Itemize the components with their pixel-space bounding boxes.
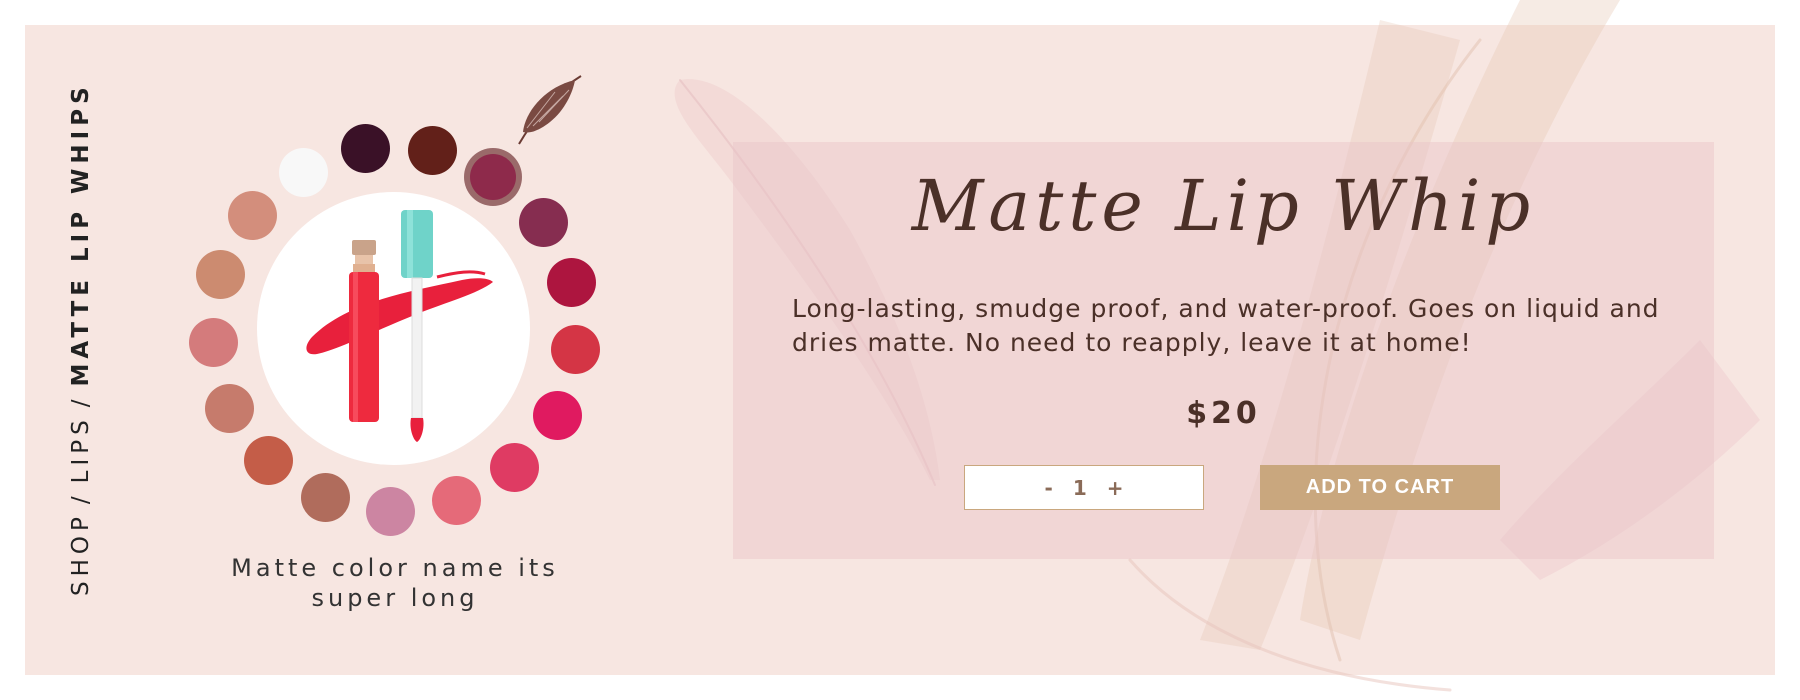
- color-swatch[interactable]: [532, 390, 582, 440]
- color-swatch[interactable]: [550, 324, 600, 374]
- add-to-cart-button[interactable]: ADD TO CART: [1260, 465, 1500, 510]
- color-swatch[interactable]: [340, 123, 390, 173]
- color-swatch[interactable]: [278, 147, 328, 197]
- color-swatch[interactable]: [300, 472, 350, 522]
- color-swatch[interactable]: [227, 190, 277, 240]
- color-swatch[interactable]: [431, 475, 481, 525]
- color-swatch[interactable]: [546, 257, 596, 307]
- product-price: $20: [1186, 396, 1261, 431]
- color-swatch[interactable]: [470, 154, 516, 200]
- product-image: [257, 192, 530, 465]
- color-swatch[interactable]: [407, 125, 457, 175]
- quantity-value[interactable]: 1: [1063, 476, 1097, 500]
- color-swatch[interactable]: [188, 317, 238, 367]
- lip-whip-tube-icon: [306, 210, 493, 442]
- color-swatch[interactable]: [204, 383, 254, 433]
- feather-icon: [518, 75, 582, 145]
- product-title: Matte Lip Whip: [911, 165, 1536, 247]
- color-swatch[interactable]: [518, 197, 568, 247]
- product-description: Long-lasting, smudge proof, and water-pr…: [792, 294, 1660, 357]
- color-swatch[interactable]: [489, 442, 539, 492]
- quantity-increase-button[interactable]: +: [1097, 476, 1134, 500]
- quantity-stepper: - 1 +: [964, 465, 1204, 510]
- color-swatch[interactable]: [195, 249, 245, 299]
- color-swatch[interactable]: [365, 486, 415, 536]
- color-name: Matte color name its super long: [231, 554, 559, 612]
- quantity-decrease-button[interactable]: -: [1035, 476, 1063, 500]
- color-swatch[interactable]: [243, 435, 293, 485]
